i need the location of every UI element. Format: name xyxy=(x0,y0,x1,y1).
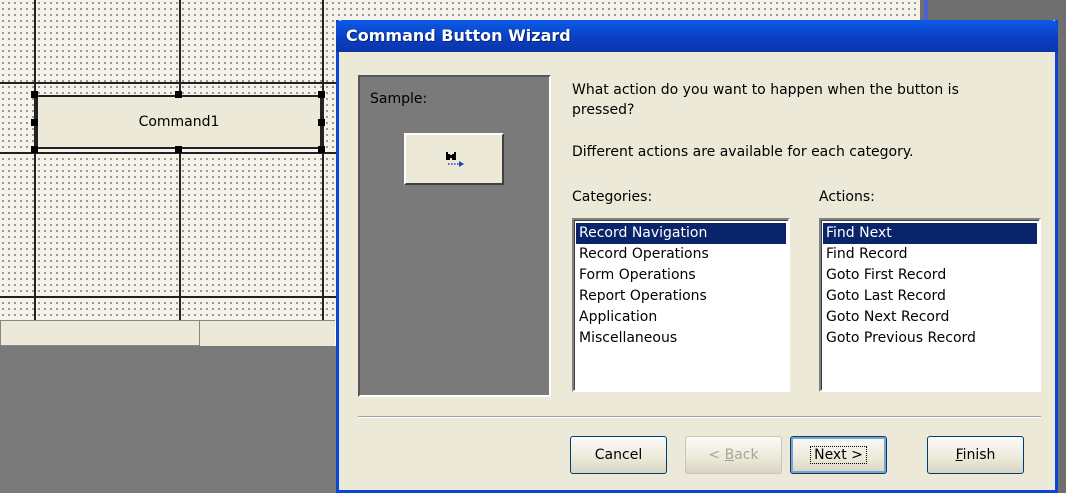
category-item[interactable]: Record Navigation xyxy=(576,223,786,244)
resize-handle[interactable] xyxy=(318,91,325,98)
back-button[interactable]: < Back xyxy=(685,436,782,474)
next-button[interactable]: Next > xyxy=(790,436,887,474)
back-accelerator: B xyxy=(724,447,735,463)
form-footer-bar xyxy=(0,320,200,346)
resize-handle[interactable] xyxy=(31,146,38,153)
form-footer-bar-extension xyxy=(200,320,335,347)
back-prefix: < xyxy=(708,447,725,463)
action-item[interactable]: Goto Previous Record xyxy=(823,328,1037,349)
category-item[interactable]: Miscellaneous xyxy=(576,328,786,349)
finish-rest: inish xyxy=(962,447,996,463)
action-item[interactable]: Goto Next Record xyxy=(823,307,1037,328)
finish-button-label: Finish xyxy=(956,447,996,463)
binoculars-arrow-icon xyxy=(446,152,464,167)
category-hint-text: Different actions are available for each… xyxy=(572,144,914,160)
command1-button-control[interactable]: Command1 xyxy=(36,95,322,149)
command1-caption: Command1 xyxy=(138,114,220,130)
finish-accelerator: F xyxy=(955,447,963,463)
question-text: What action do you want to happen when t… xyxy=(572,82,959,118)
category-item[interactable]: Application xyxy=(576,307,786,328)
categories-listbox[interactable]: Record Navigation Record Operations Form… xyxy=(572,218,790,392)
category-item[interactable]: Form Operations xyxy=(576,265,786,286)
resize-handle[interactable] xyxy=(318,119,325,126)
actions-listbox[interactable]: Find Next Find Record Goto First Record … xyxy=(819,218,1041,392)
cancel-button-label: Cancel xyxy=(594,447,643,463)
back-rest: ack xyxy=(734,447,759,463)
back-button-label: < Back xyxy=(708,447,758,463)
category-item[interactable]: Report Operations xyxy=(576,286,786,307)
design-background-area xyxy=(0,346,340,493)
wizard-title-bar[interactable]: Command Button Wizard xyxy=(336,20,1058,52)
resize-handle[interactable] xyxy=(175,91,182,98)
resize-handle[interactable] xyxy=(31,119,38,126)
resize-handle[interactable] xyxy=(318,146,325,153)
action-item[interactable]: Find Record xyxy=(823,244,1037,265)
grid-line xyxy=(34,0,36,320)
sample-panel: Sample: xyxy=(358,75,551,397)
sample-button-preview xyxy=(404,133,504,185)
finish-button[interactable]: Finish xyxy=(927,436,1024,474)
next-button-label: Next > xyxy=(810,446,867,464)
sample-label: Sample: xyxy=(370,91,428,107)
action-item[interactable]: Find Next xyxy=(823,223,1037,244)
grid-line xyxy=(179,0,181,320)
action-item[interactable]: Goto Last Record xyxy=(823,286,1037,307)
resize-handle[interactable] xyxy=(31,91,38,98)
button-separator xyxy=(358,416,1041,418)
resize-handle[interactable] xyxy=(175,146,182,153)
category-item[interactable]: Record Operations xyxy=(576,244,786,265)
actions-label: Actions: xyxy=(819,189,875,205)
wizard-title: Command Button Wizard xyxy=(346,26,571,45)
categories-label: Categories: xyxy=(572,189,653,205)
grid-line xyxy=(322,0,324,320)
action-item[interactable]: Goto First Record xyxy=(823,265,1037,286)
cancel-button[interactable]: Cancel xyxy=(570,436,667,474)
command-button-wizard-dialog: Command Button Wizard Sample: What actio… xyxy=(336,20,1058,493)
